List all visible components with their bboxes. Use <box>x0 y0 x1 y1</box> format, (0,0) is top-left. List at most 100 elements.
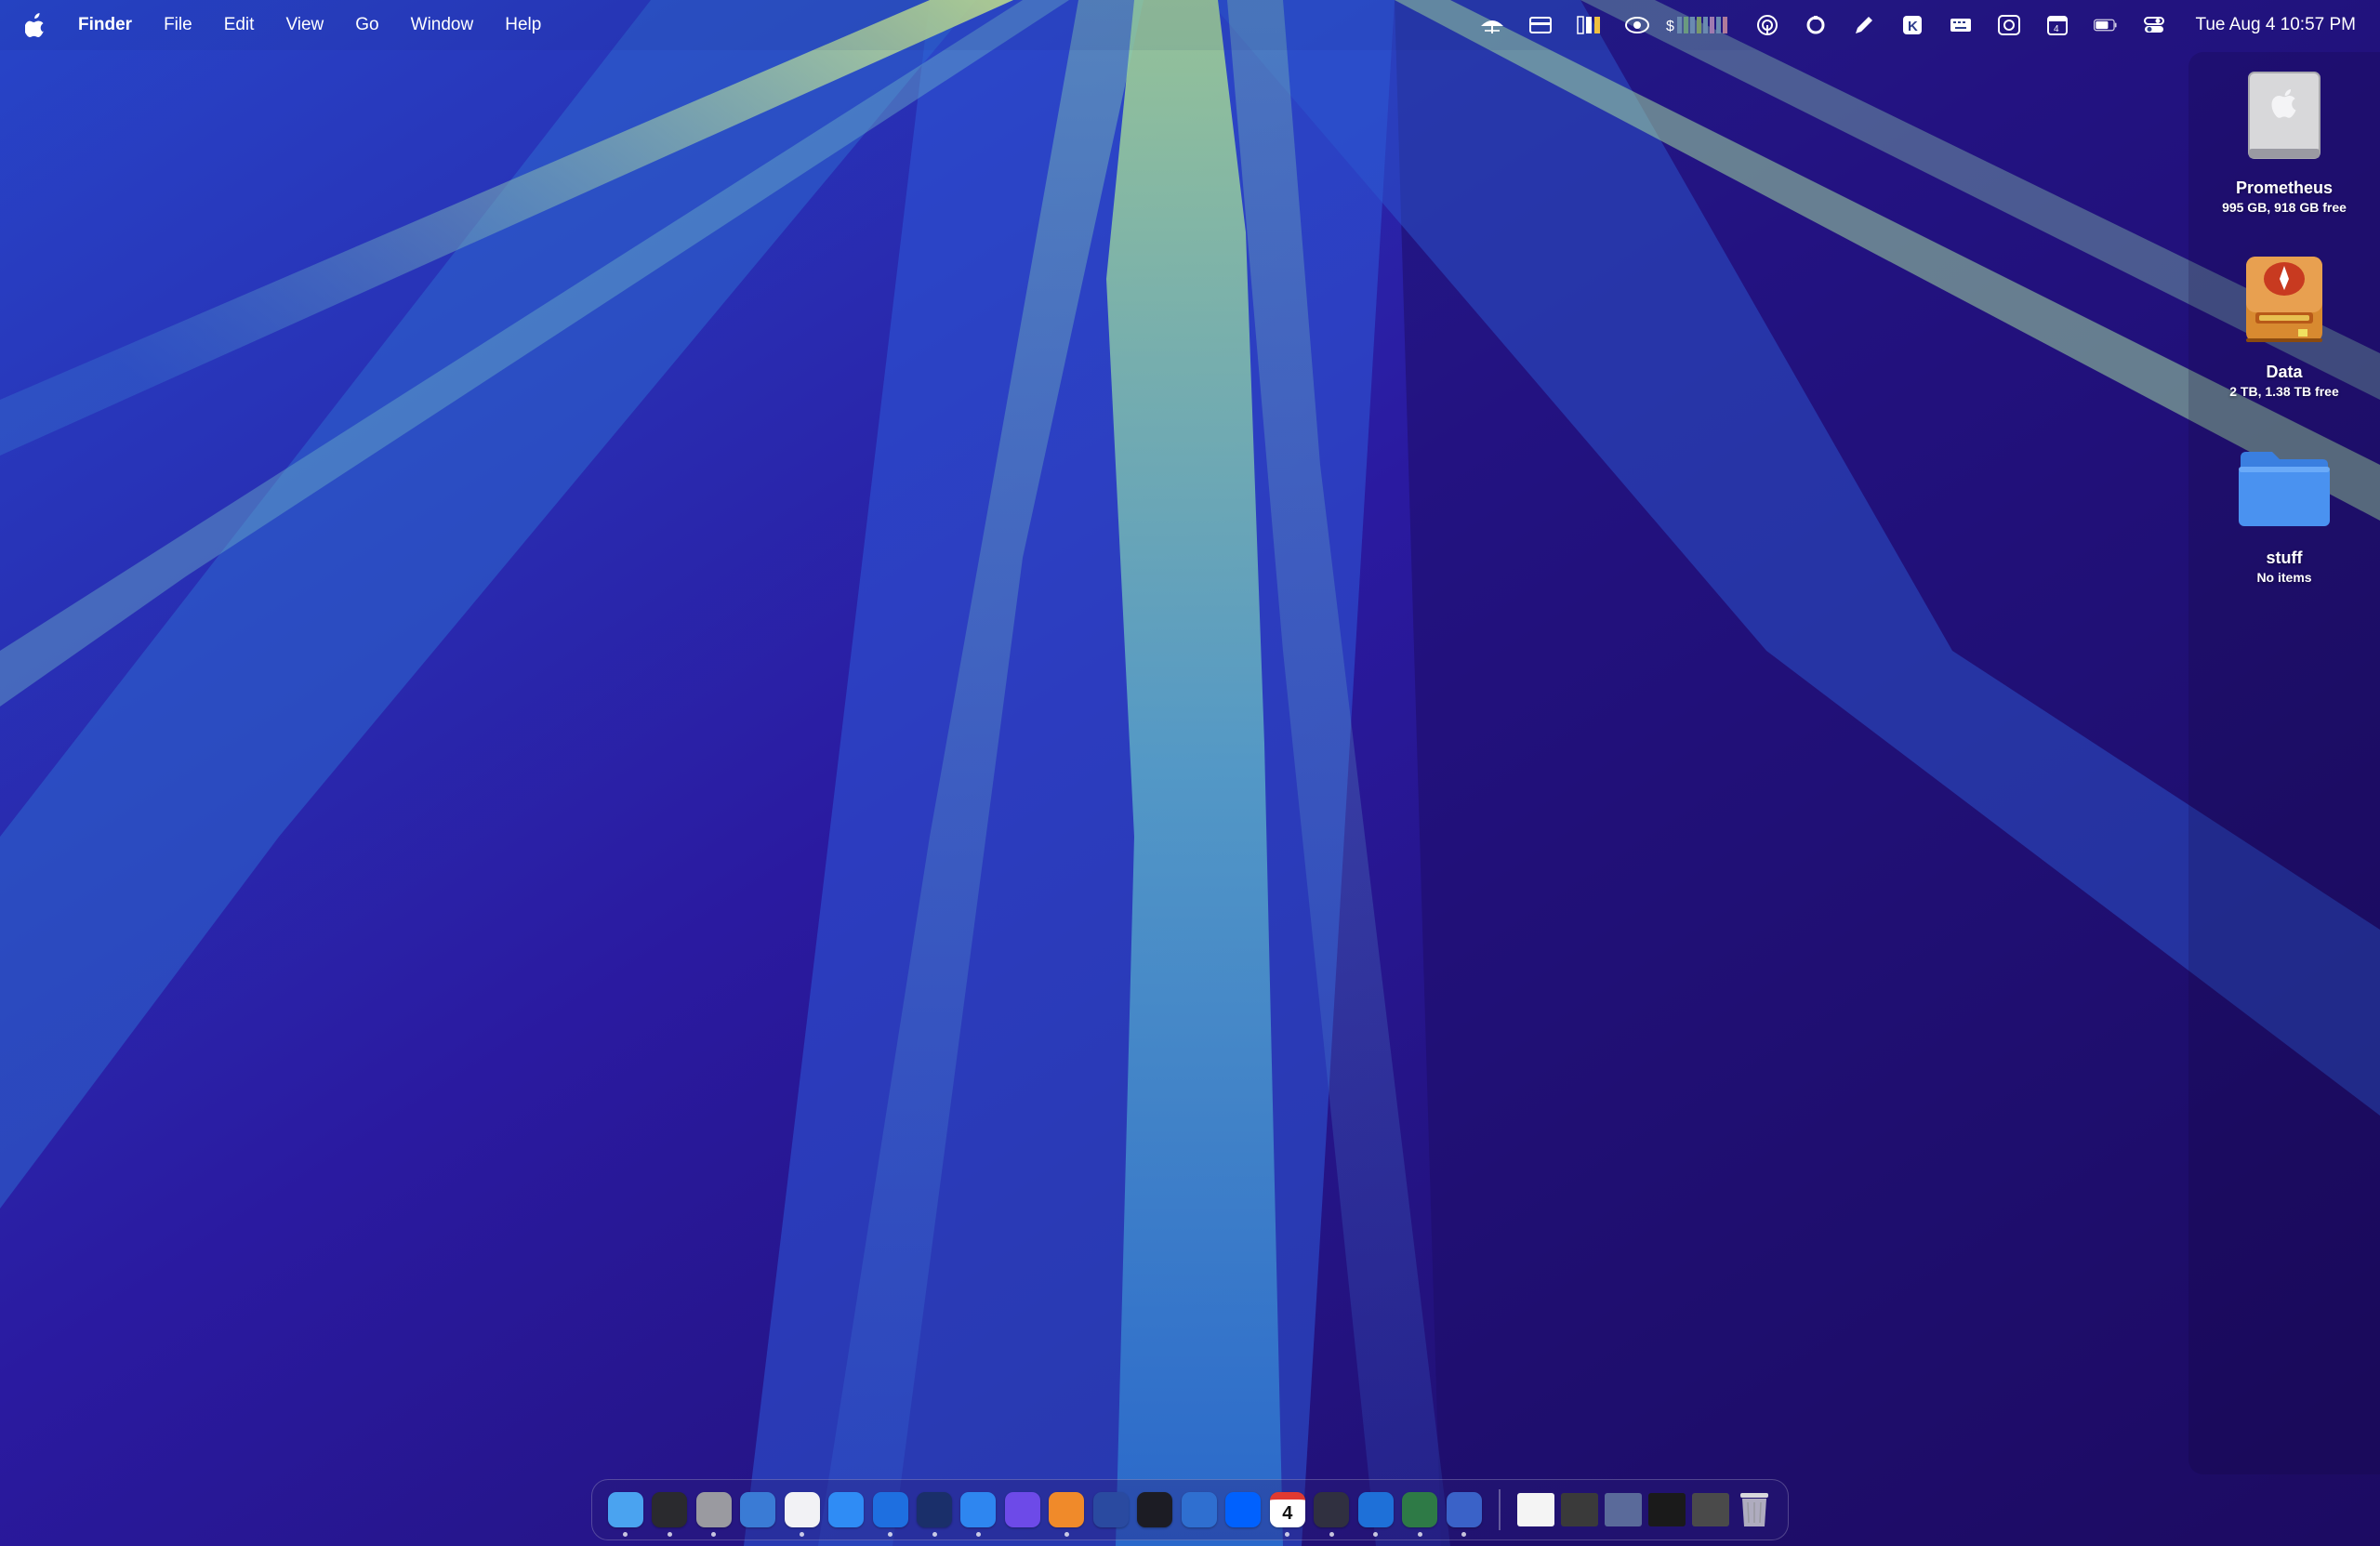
running-indicator <box>1461 1532 1467 1537</box>
desktop-item-info: No items <box>2256 570 2312 585</box>
screenshot-icon[interactable] <box>1133 1482 1177 1538</box>
dock-tile <box>1357 1492 1394 1527</box>
dock-tile <box>1446 1492 1482 1527</box>
keyboard-icon[interactable] <box>1937 0 1985 50</box>
document-thumbnail-5[interactable] <box>1689 1482 1733 1538</box>
dock-tile <box>695 1492 732 1527</box>
thumbnail <box>1648 1493 1686 1526</box>
thumbnail <box>1605 1493 1643 1526</box>
desktop-item-name: Data <box>2266 363 2303 381</box>
dock-tile <box>1137 1492 1173 1527</box>
trash-icon[interactable] <box>1733 1482 1777 1538</box>
desktop-item-prometheus[interactable]: Prometheus 995 GB, 918 GB free <box>2191 67 2377 216</box>
running-indicator <box>1329 1532 1334 1537</box>
calendar-icon[interactable]: 4 <box>1265 1482 1309 1538</box>
running-indicator <box>888 1532 893 1537</box>
circle-app-icon[interactable] <box>1310 1482 1354 1538</box>
dock-tile <box>1181 1492 1217 1527</box>
k-badge-icon[interactable]: K <box>1888 0 1937 50</box>
finder-icon[interactable] <box>603 1482 647 1538</box>
document-thumbnail-2[interactable] <box>1557 1482 1601 1538</box>
umbrella-icon[interactable] <box>1468 0 1516 50</box>
folder-icon <box>2239 452 2330 526</box>
dock-tile <box>1314 1492 1350 1527</box>
dock-tile <box>872 1492 908 1527</box>
thumbnail <box>1692 1493 1730 1526</box>
running-indicator <box>1064 1532 1069 1537</box>
asterisk-app-icon[interactable] <box>912 1482 956 1538</box>
dock-tile <box>1225 1492 1262 1527</box>
rocket-icon[interactable] <box>1045 1482 1089 1538</box>
dock-tile: 4 <box>1269 1492 1305 1527</box>
thumbnail <box>1516 1493 1554 1526</box>
menu-help[interactable]: Help <box>489 0 557 50</box>
running-indicator <box>975 1532 981 1537</box>
menu-bar: Finder File Edit View Go Window Help $ K… <box>0 0 2380 50</box>
cloud-icon[interactable] <box>1442 1482 1486 1538</box>
calendar-date-icon[interactable]: 4 <box>2033 0 2082 50</box>
desktop-item-name: stuff <box>2266 548 2303 567</box>
apple-logo-icon[interactable] <box>25 13 46 37</box>
document-thumbnail-3[interactable] <box>1602 1482 1646 1538</box>
running-indicator <box>1373 1532 1379 1537</box>
screen-capture-icon[interactable] <box>1985 0 2033 50</box>
running-indicator <box>932 1532 937 1537</box>
running-indicator <box>667 1532 672 1537</box>
sync-circle-icon[interactable] <box>1792 0 1840 50</box>
menu-edit[interactable]: Edit <box>208 0 271 50</box>
app-menu-finder[interactable]: Finder <box>62 0 148 50</box>
fingerprint-icon[interactable] <box>1743 0 1792 50</box>
external-drive-icon <box>2246 257 2322 342</box>
menu-go[interactable]: Go <box>339 0 394 50</box>
running-indicator <box>1285 1532 1290 1537</box>
reminders-icon[interactable] <box>780 1482 824 1538</box>
system-settings-icon[interactable] <box>692 1482 735 1538</box>
menu-file[interactable]: File <box>148 0 208 50</box>
dock-tile <box>784 1492 820 1527</box>
screen-icon[interactable] <box>1089 1482 1132 1538</box>
dock-tile <box>652 1492 688 1527</box>
safari-icon[interactable] <box>735 1482 779 1538</box>
dock-tile <box>1402 1492 1438 1527</box>
dock-tile <box>1049 1492 1085 1527</box>
desktop-item-info: 2 TB, 1.38 TB free <box>2229 384 2339 399</box>
eye-icon[interactable] <box>1613 0 1661 50</box>
running-indicator <box>800 1532 805 1537</box>
dock-separator <box>1499 1489 1501 1530</box>
activity-monitor-icon[interactable] <box>647 1482 691 1538</box>
menu-bar-clock[interactable]: Tue Aug 4 10:57 PM <box>2195 15 2356 35</box>
compass-icon[interactable] <box>868 1482 912 1538</box>
menu-window[interactable]: Window <box>395 0 490 50</box>
trash-can-shape <box>1740 1493 1769 1526</box>
xcode-icon[interactable] <box>1354 1482 1397 1538</box>
internal-drive-icon <box>2248 72 2320 159</box>
desktop-item-stuff[interactable]: stuff No items <box>2191 437 2377 586</box>
document-thumbnail-1[interactable] <box>1514 1482 1557 1538</box>
control-center-icon[interactable] <box>2130 0 2178 50</box>
cpu-history-icon[interactable]: $ <box>1661 0 1743 50</box>
dropbox-icon[interactable] <box>1222 1482 1265 1538</box>
desktop-shelf: Prometheus 995 GB, 918 GB free Data 2 TB… <box>2188 52 2380 1474</box>
files-icon[interactable] <box>824 1482 867 1538</box>
battery-icon[interactable] <box>2082 0 2130 50</box>
pen-icon[interactable] <box>1840 0 1888 50</box>
desktop-item-data[interactable]: Data 2 TB, 1.38 TB free <box>2191 251 2377 400</box>
desktop-wallpaper <box>0 0 2380 1546</box>
dock-tile <box>740 1492 776 1527</box>
dock-tile <box>828 1492 865 1527</box>
dock: 4 <box>591 1479 1789 1540</box>
running-indicator <box>623 1532 628 1537</box>
dock-tile <box>960 1492 997 1527</box>
dock-tile <box>917 1492 953 1527</box>
dock-tile <box>607 1492 643 1527</box>
numbers-icon[interactable] <box>1397 1482 1441 1538</box>
phone-icon[interactable] <box>1177 1482 1221 1538</box>
dock-tile <box>1092 1492 1129 1527</box>
menu-view[interactable]: View <box>270 0 339 50</box>
battery-levels-icon[interactable] <box>1565 0 1613 50</box>
proton-icon[interactable] <box>1000 1482 1044 1538</box>
card-icon[interactable] <box>1516 0 1565 50</box>
mail-icon[interactable] <box>957 1482 1000 1538</box>
running-indicator <box>711 1532 717 1537</box>
document-thumbnail-4[interactable] <box>1646 1482 1689 1538</box>
